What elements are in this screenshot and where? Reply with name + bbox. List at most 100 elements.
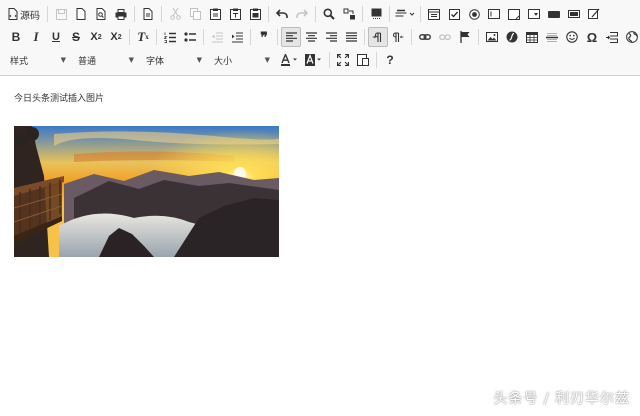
- outdent-icon: [212, 32, 223, 42]
- separator: [268, 6, 269, 22]
- spellcheck-button[interactable]: [393, 4, 417, 24]
- format-dropdown[interactable]: 普通 ▼: [74, 51, 138, 69]
- outdent-button[interactable]: [207, 27, 227, 47]
- chevron-down-icon: ▼: [128, 56, 134, 64]
- special-char-button[interactable]: Ω: [582, 27, 602, 47]
- image-button-button[interactable]: [564, 4, 584, 24]
- editor-content-area[interactable]: 今日头条测试插入图片: [0, 76, 640, 416]
- checkbox-button[interactable]: [444, 4, 464, 24]
- flash-button[interactable]: [502, 27, 522, 47]
- maximize-button[interactable]: [333, 50, 353, 70]
- hidden-field-button[interactable]: [584, 4, 604, 24]
- paste-word-button[interactable]: [245, 4, 265, 24]
- subscript-button[interactable]: X2: [86, 27, 106, 47]
- find-button[interactable]: [319, 4, 339, 24]
- editor-toolbar: 源码 B I U S X 2 X 2 T x ❞ Ω 样式 ▼ 普通 ▼ 字体 …: [0, 0, 640, 76]
- text-direction-rtl-button[interactable]: [388, 27, 408, 47]
- align-center-button[interactable]: [301, 27, 321, 47]
- form-icon: [428, 8, 440, 20]
- separator: [329, 52, 330, 68]
- separator: [203, 29, 204, 45]
- blockquote-button[interactable]: ❞: [254, 27, 274, 47]
- size-dropdown-label: 大小: [214, 56, 233, 67]
- numbered-list-button[interactable]: [160, 27, 180, 47]
- justify-button[interactable]: [341, 27, 361, 47]
- text-direction-ltr-button[interactable]: [368, 27, 388, 47]
- smiley-button[interactable]: [562, 27, 582, 47]
- paste-text-button[interactable]: [225, 4, 245, 24]
- numbered-list-icon: [164, 32, 176, 43]
- print-button[interactable]: [111, 4, 131, 24]
- help-button[interactable]: ?: [380, 50, 400, 70]
- italic-button[interactable]: I: [26, 27, 46, 47]
- chevron-down-icon: ▼: [196, 56, 202, 64]
- indent-button[interactable]: [227, 27, 247, 47]
- horizontal-rule-button[interactable]: [542, 27, 562, 47]
- link-button[interactable]: [415, 27, 435, 47]
- separator: [420, 6, 421, 22]
- separator: [129, 29, 130, 45]
- textfield-button[interactable]: [484, 4, 504, 24]
- select-field-button[interactable]: [524, 4, 544, 24]
- bulleted-list-button[interactable]: [180, 27, 200, 47]
- styles-dropdown[interactable]: 样式 ▼: [6, 51, 70, 69]
- superscript-button[interactable]: X2: [106, 27, 126, 47]
- size-dropdown[interactable]: 大小 ▼: [210, 51, 274, 69]
- chevron-down-icon: ▼: [264, 56, 270, 64]
- select-all-button[interactable]: [366, 4, 386, 24]
- textarea-button[interactable]: [504, 4, 524, 24]
- new-page-button[interactable]: [71, 4, 91, 24]
- unlink-button[interactable]: [435, 27, 455, 47]
- page-break-button[interactable]: [602, 27, 622, 47]
- iframe-button[interactable]: [622, 27, 640, 47]
- paste-word-icon: [249, 8, 261, 20]
- align-center-icon: [305, 32, 317, 42]
- show-blocks-button[interactable]: [353, 50, 373, 70]
- redo-button[interactable]: [292, 4, 312, 24]
- anchor-button[interactable]: [455, 27, 475, 47]
- text-color-button[interactable]: [278, 50, 302, 70]
- align-left-icon: [285, 32, 297, 42]
- separator: [156, 29, 157, 45]
- save-button[interactable]: [51, 4, 71, 24]
- preview-button[interactable]: [91, 4, 111, 24]
- separator: [134, 6, 135, 22]
- source-button[interactable]: 源码: [6, 4, 44, 24]
- bold-button[interactable]: B: [6, 27, 26, 47]
- printer-icon: [115, 8, 127, 20]
- paste-text-icon: [229, 8, 241, 20]
- separator: [161, 6, 162, 22]
- copy-button[interactable]: [185, 4, 205, 24]
- paste-button[interactable]: [205, 4, 225, 24]
- toolbar-row-2: B I U S X2 X2 Tx ❞ Ω: [6, 26, 640, 48]
- underline-button[interactable]: U: [46, 27, 66, 47]
- separator: [376, 52, 377, 68]
- horizontal-rule-icon: [546, 32, 558, 42]
- show-blocks-icon: [357, 54, 369, 66]
- inserted-image[interactable]: [14, 126, 279, 257]
- background-color-button[interactable]: [302, 50, 326, 70]
- select-field-icon: [528, 9, 540, 19]
- undo-button[interactable]: [272, 4, 292, 24]
- cut-icon: [169, 8, 181, 20]
- search-icon: [323, 8, 335, 20]
- cut-button[interactable]: [165, 4, 185, 24]
- smiley-icon: [566, 31, 578, 43]
- templates-button[interactable]: [138, 4, 158, 24]
- strikethrough-button[interactable]: S: [66, 27, 86, 47]
- form-button[interactable]: [424, 4, 444, 24]
- format-dropdown-label: 普通: [78, 56, 97, 67]
- remove-format-button[interactable]: Tx: [133, 27, 153, 47]
- radio-button[interactable]: [464, 4, 484, 24]
- align-left-button[interactable]: [281, 27, 301, 47]
- form-button-button[interactable]: [544, 4, 564, 24]
- ltr-pilcrow-icon: [372, 31, 382, 42]
- replace-button[interactable]: [339, 4, 359, 24]
- table-button[interactable]: [522, 27, 542, 47]
- font-dropdown[interactable]: 字体 ▼: [142, 51, 206, 69]
- align-right-button[interactable]: [321, 27, 341, 47]
- align-right-icon: [325, 32, 337, 42]
- hidden-field-icon: [588, 8, 600, 19]
- separator: [277, 29, 278, 45]
- image-button[interactable]: [482, 27, 502, 47]
